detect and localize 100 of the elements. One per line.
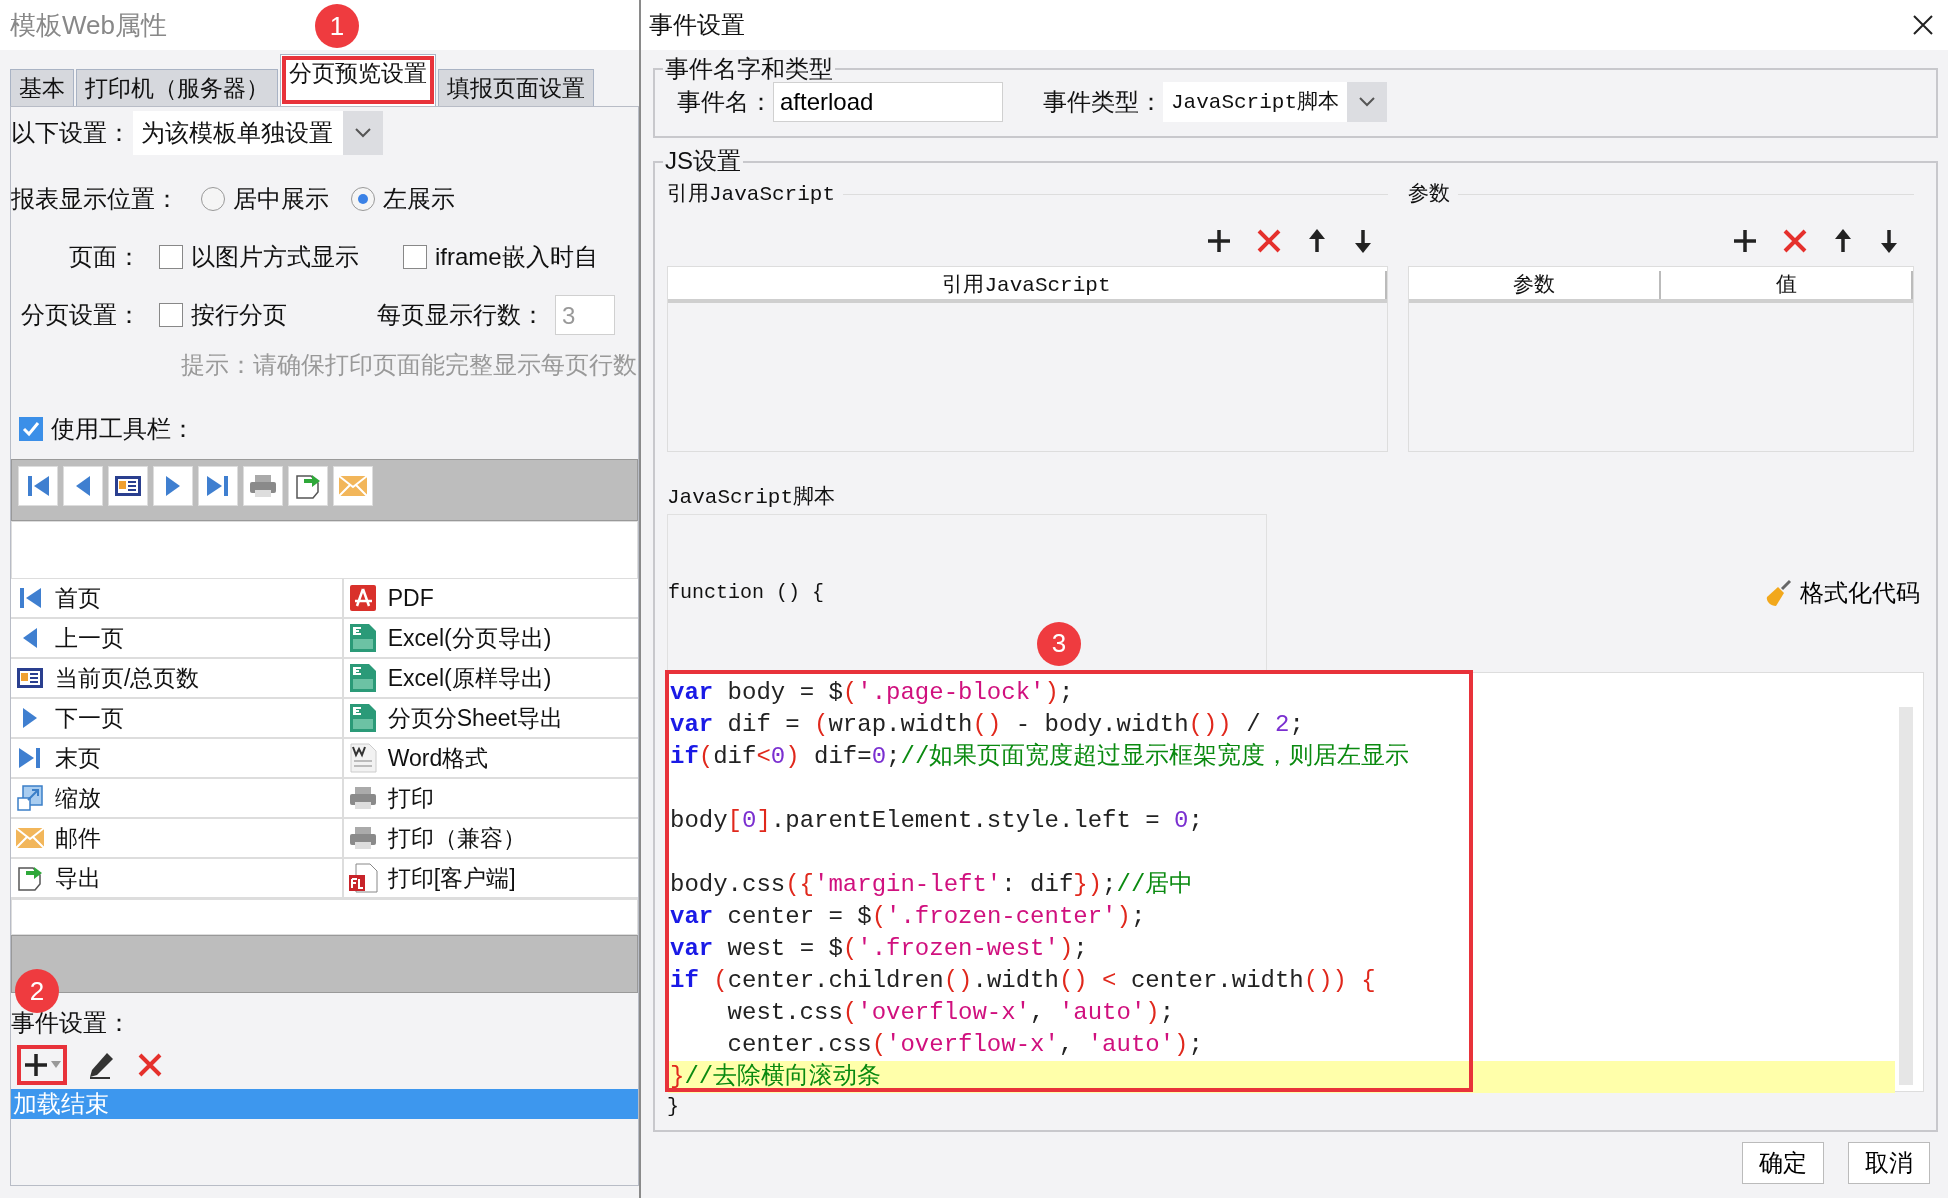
envelope-icon — [15, 826, 45, 850]
printer-icon — [249, 473, 277, 499]
tab[interactable]: 填报页面设置 — [438, 69, 594, 106]
chevron-down-icon — [354, 127, 372, 139]
dropdown-value: 为该模板单独设置 — [140, 118, 334, 148]
document-icon — [348, 743, 377, 773]
code-line: body.css({'margin-left': dif});//居中 — [669, 869, 1195, 900]
group-title: JS设置 — [664, 148, 742, 175]
checkbox[interactable] — [19, 417, 43, 441]
event-type-dropdown[interactable]: JavaScript脚本 — [1163, 82, 1388, 123]
checkbox[interactable] — [403, 245, 427, 269]
group-title: 事件名字和类型 — [664, 56, 834, 83]
add-event-button[interactable] — [19, 1047, 65, 1083]
column-header: 引用JavaScript — [668, 271, 1387, 300]
delete-button[interactable] — [137, 1052, 163, 1078]
last-page-icon — [17, 745, 43, 771]
tab[interactable]: 分页预览设置 — [280, 54, 436, 106]
add-icon — [1206, 228, 1232, 255]
toolbar-option[interactable]: Excel(分页导出) — [341, 619, 638, 657]
delete-icon — [1256, 228, 1282, 255]
radio-label: 居中展示 — [233, 184, 329, 214]
toolbar-button[interactable] — [1306, 228, 1328, 255]
toolbar-option[interactable]: 导出 — [11, 859, 342, 897]
toolbar-button[interactable] — [1878, 228, 1900, 255]
toolbar-option[interactable]: 上一页 — [11, 619, 342, 657]
check-icon — [22, 421, 40, 437]
code-text: function () { — [668, 579, 825, 606]
edit-button[interactable] — [87, 1051, 115, 1079]
toolbar-button[interactable] — [1206, 228, 1232, 255]
first-page-icon — [25, 473, 51, 499]
move-up-icon — [1832, 228, 1854, 255]
checkbox-label: 以图片方式显示 — [191, 242, 359, 272]
move-down-icon — [1352, 228, 1374, 255]
toolbar-option[interactable]: 首页 — [11, 579, 342, 617]
close-button[interactable] — [1912, 14, 1934, 36]
page-number-icon — [16, 666, 44, 690]
toolbar-button[interactable] — [1832, 228, 1854, 255]
code-text: } — [667, 1093, 680, 1120]
code-line: var center = $('.frozen-center'); — [669, 901, 1147, 932]
toolbar-option[interactable]: 打印（兼容） — [341, 819, 638, 857]
export-icon — [294, 472, 322, 500]
toolbar-option[interactable]: Excel(原样导出) — [341, 659, 638, 697]
checkbox-label: 使用工具栏： — [51, 414, 195, 444]
toolbar-option[interactable]: 当前页/总页数 — [11, 659, 342, 697]
tab[interactable]: 基本 — [10, 69, 74, 106]
code-editor[interactable] — [667, 671, 1924, 1092]
toolbar-option[interactable]: 末页 — [11, 739, 342, 777]
toolbar-option[interactable]: 下一页 — [11, 699, 342, 737]
spreadsheet-icon — [348, 663, 377, 693]
code-line: body[0].parentElement.style.left = 0; — [669, 805, 1204, 836]
settings-dropdown[interactable]: 为该模板单独设置 — [133, 111, 383, 155]
checkbox-label: 按行分页 — [191, 300, 287, 330]
code-line: west.css('overflow-x', 'auto'); — [726, 997, 1176, 1028]
column-header: 值 — [1661, 271, 1913, 300]
code-line: if(dif<0) dif=0;//如果页面宽度超过显示框架宽度，则居左显示 — [669, 741, 1411, 772]
field-label: 报表显示位置： — [11, 184, 179, 214]
radio-button[interactable] — [201, 187, 225, 211]
envelope-icon — [338, 474, 368, 498]
format-code-button[interactable]: 格式化代码 — [1764, 574, 1920, 611]
last-page-icon — [205, 473, 231, 499]
caret-icon — [51, 1061, 61, 1069]
scrollbar[interactable] — [1899, 706, 1913, 1085]
first-page-icon — [17, 585, 43, 611]
field-label: 每页显示行数： — [377, 300, 545, 330]
toolbar-button[interactable] — [1352, 228, 1374, 255]
checkbox[interactable] — [159, 245, 183, 269]
code-line: var dif = (wrap.width() - body.width()) / 2; — [669, 709, 1305, 740]
toolbar-option[interactable]: 打印[客户端] — [341, 859, 638, 897]
radio-label: 左展示 — [383, 184, 455, 214]
checkbox[interactable] — [159, 303, 183, 327]
move-down-icon — [1878, 228, 1900, 255]
chevron-down-icon — [1358, 96, 1377, 109]
tab[interactable]: 打印机（服务器） — [76, 69, 278, 106]
checkbox-label: iframe嵌入时自 — [435, 242, 598, 272]
toolbar-option[interactable]: Word格式 — [341, 739, 638, 777]
toolbar-button[interactable] — [1732, 228, 1758, 255]
radio-button[interactable] — [351, 187, 375, 211]
field-label: 事件名： — [677, 87, 773, 118]
field-label: 以下设置： — [11, 118, 131, 148]
close-icon — [1912, 14, 1934, 36]
dialog-title: 事件设置 — [649, 10, 745, 40]
toolbar-option[interactable]: 打印 — [341, 779, 638, 817]
add-icon — [1732, 228, 1758, 255]
field-label: 分页设置： — [20, 300, 141, 330]
dialog-button[interactable]: 取消 — [1848, 1141, 1930, 1184]
brush-icon — [1764, 578, 1792, 607]
toolbar-option[interactable]: 分页分Sheet导出 — [341, 699, 638, 737]
delete-icon — [137, 1052, 163, 1078]
dialog-button[interactable]: 确定 — [1742, 1141, 1824, 1184]
toolbar-option[interactable]: PDF — [341, 579, 638, 617]
event-name-field[interactable]: afterload — [773, 82, 1003, 123]
printer-icon — [348, 785, 377, 811]
toolbar-option[interactable]: 缩放 — [11, 779, 342, 817]
spreadsheet-icon — [348, 623, 377, 653]
pencil-icon — [87, 1051, 115, 1079]
toolbar-option[interactable]: 邮件 — [11, 819, 342, 857]
dropdown-value: JavaScript脚本 — [1170, 89, 1341, 116]
section-title: 参数 — [1408, 181, 1450, 208]
section-title: JavaScript脚本 — [667, 484, 837, 512]
column-header: 参数 — [1409, 271, 1661, 300]
